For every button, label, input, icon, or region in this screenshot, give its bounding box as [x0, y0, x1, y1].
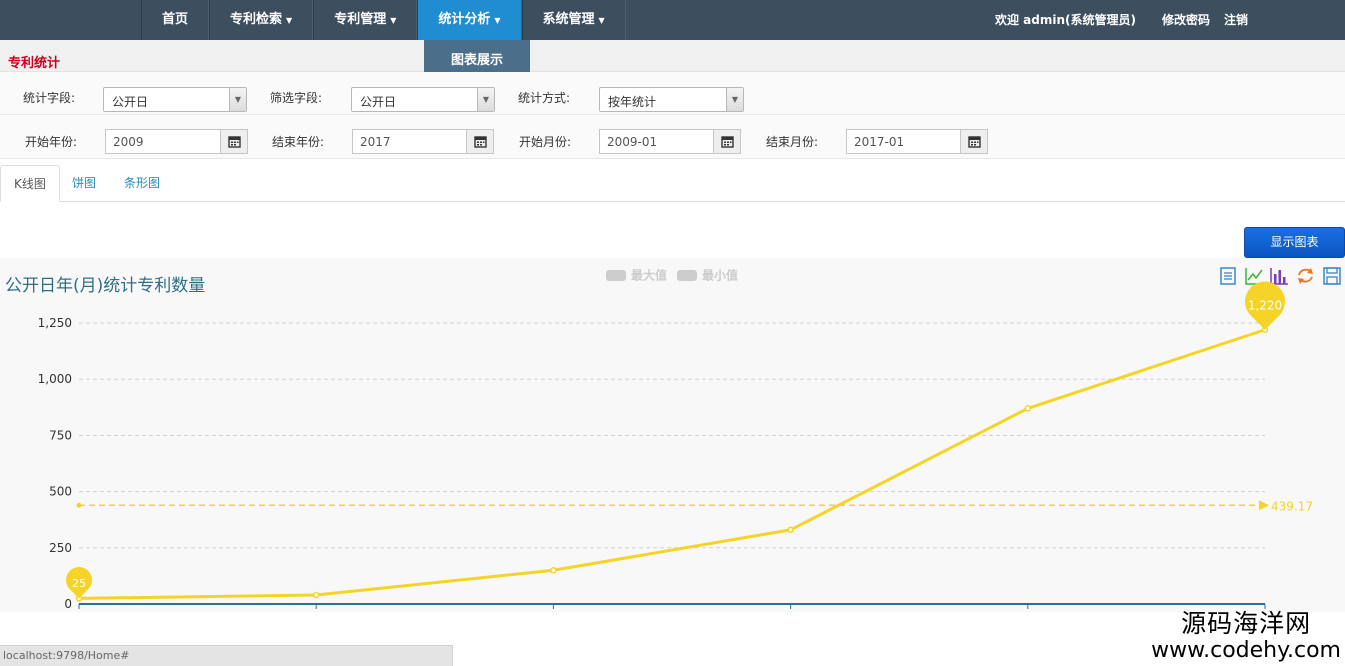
nav-menu: 首页 专利检索 ▼ 专利管理 ▼ 统计分析 ▼ 系统管理 ▼	[141, 0, 626, 40]
legend-max-label: 最大值	[631, 268, 667, 283]
section-title-bar	[0, 40, 1345, 72]
chevron-down-icon: ▼	[726, 88, 743, 111]
legend-item-min[interactable]: 最小值	[677, 268, 738, 283]
y-tick-label: 0	[64, 597, 72, 611]
filter-field-label: 筛选字段:	[270, 91, 323, 105]
average-line: 439.17	[76, 499, 1313, 513]
nav-item-statistics[interactable]: 统计分析 ▼	[417, 0, 522, 40]
user-area: 欢迎 admin(系统管理员) 修改密码 注销	[995, 0, 1248, 40]
calendar-icon[interactable]	[220, 130, 247, 153]
data-point[interactable]	[550, 567, 557, 574]
stat-field-select[interactable]: 公开日 ▼	[103, 87, 247, 112]
series-line	[75, 326, 1269, 602]
series-polyline	[78, 328, 1266, 600]
bar-chart-icon[interactable]	[1270, 268, 1288, 285]
stat-method-value: 按年统计	[608, 95, 657, 109]
stat-field-value: 公开日	[112, 95, 149, 109]
nav-item-label: 专利管理	[334, 12, 387, 27]
caret-down-icon: ▼	[494, 16, 501, 25]
legend-item-max[interactable]: 最大值	[606, 268, 667, 283]
watermark-line1: 源码海洋网	[1181, 609, 1312, 638]
stat-field-label: 统计字段:	[23, 91, 76, 105]
caret-down-icon: ▼	[598, 16, 605, 25]
calendar-icon[interactable]	[713, 130, 740, 153]
nav-item-label: 系统管理	[542, 12, 595, 27]
welcome-text: 欢迎 admin(系统管理员)	[994, 13, 1136, 27]
caret-down-icon: ▼	[286, 16, 293, 25]
svg-text:1,220: 1,220	[1248, 299, 1282, 313]
save-icon[interactable]	[1323, 267, 1341, 285]
data-view-icon[interactable]	[1220, 267, 1236, 285]
nav-item-system-manage[interactable]: 系统管理 ▼	[521, 0, 626, 40]
legend-min-label: 最小值	[702, 268, 738, 283]
svg-text:25: 25	[72, 577, 86, 590]
filter-row-fields: 统计字段: 公开日 ▼ 筛选字段: 公开日 ▼ 统计方式: 按年统计 ▼	[0, 72, 1345, 115]
stat-method-select[interactable]: 按年统计 ▼	[599, 87, 744, 112]
chevron-down-icon: ▼	[229, 88, 246, 111]
min-marker-pin[interactable]: 25	[66, 567, 92, 599]
nav-item-label: 统计分析	[438, 12, 491, 27]
nav-item-label: 首页	[162, 12, 189, 27]
average-arrow	[1259, 500, 1269, 511]
change-password-link[interactable]: 修改密码	[1162, 0, 1210, 40]
end-year-input[interactable]: 2017	[352, 129, 494, 154]
y-tick-label: 500	[49, 485, 72, 499]
calendar-icon[interactable]	[960, 130, 987, 153]
y-tick-label: 750	[49, 428, 72, 442]
watermark-line2: www.codehy.com	[1151, 638, 1341, 663]
filter-row-dates: 开始年份: 2009 结束年份: 2017 开始月份: 2009-01 结束月份…	[0, 116, 1345, 159]
calendar-icon[interactable]	[466, 130, 493, 153]
stat-method-label: 统计方式:	[518, 91, 571, 105]
average-label: 439.17	[1271, 499, 1313, 513]
y-tick-label: 1,000	[38, 372, 72, 386]
end-year-value: 2017	[360, 135, 391, 149]
data-point[interactable]	[312, 591, 320, 599]
nav-item-patent-manage[interactable]: 专利管理 ▼	[313, 0, 418, 40]
end-month-label: 结束月份:	[766, 135, 819, 149]
start-month-input[interactable]: 2009-01	[599, 129, 741, 154]
filter-field-select[interactable]: 公开日 ▼	[351, 87, 495, 112]
grid-lines	[79, 322, 1265, 549]
average-start-dot	[76, 502, 82, 508]
chevron-down-icon: ▼	[477, 88, 494, 111]
y-tick-label: 250	[49, 541, 72, 555]
data-point[interactable]	[787, 526, 794, 534]
line-chart: 最大值 最小值 0 250 500 750 1,000 1,250 439.17 1,22…	[38, 267, 1341, 611]
tab-pie[interactable]: 饼图	[59, 165, 109, 202]
caret-down-icon: ▼	[390, 16, 397, 25]
browser-status-url: localhost:9798/Home#	[0, 645, 453, 666]
x-axis	[78, 603, 1266, 609]
filter-field-value: 公开日	[360, 95, 397, 109]
nav-item-label: 专利检索	[230, 12, 283, 27]
page-title: 专利统计	[8, 56, 61, 71]
y-tick-label: 1,250	[38, 316, 72, 330]
start-month-value: 2009-01	[607, 135, 658, 149]
refresh-icon[interactable]	[1298, 268, 1313, 284]
y-axis-ticks: 0 250 500 750 1,000 1,250	[38, 316, 72, 611]
end-month-input[interactable]: 2017-01	[846, 129, 988, 154]
nav-item-patent-search[interactable]: 专利检索 ▼	[209, 0, 314, 40]
start-year-label: 开始年份:	[25, 135, 78, 149]
start-month-label: 开始月份:	[519, 135, 572, 149]
start-year-value: 2009	[113, 135, 144, 149]
data-point[interactable]	[1024, 405, 1032, 412]
show-chart-button[interactable]: 显示图表	[1244, 227, 1345, 258]
tab-kline[interactable]: K线图	[0, 165, 60, 202]
end-month-value: 2017-01	[854, 135, 905, 149]
tab-bar[interactable]: 条形图	[111, 165, 173, 202]
nav-item-home[interactable]: 首页	[141, 0, 210, 40]
watermark: 源码海洋网 www.codehy.com	[1151, 610, 1341, 664]
top-nav: 首页 专利检索 ▼ 专利管理 ▼ 统计分析 ▼ 系统管理 ▼ 欢迎 admin(系统管理…	[0, 0, 1345, 40]
chart-tabs: K线图 饼图 条形图	[0, 159, 1345, 202]
end-year-label: 结束年份:	[272, 135, 325, 149]
logout-link[interactable]: 注销	[1224, 0, 1248, 40]
start-year-input[interactable]: 2009	[105, 129, 248, 154]
line-chart-icon[interactable]	[1245, 268, 1263, 285]
